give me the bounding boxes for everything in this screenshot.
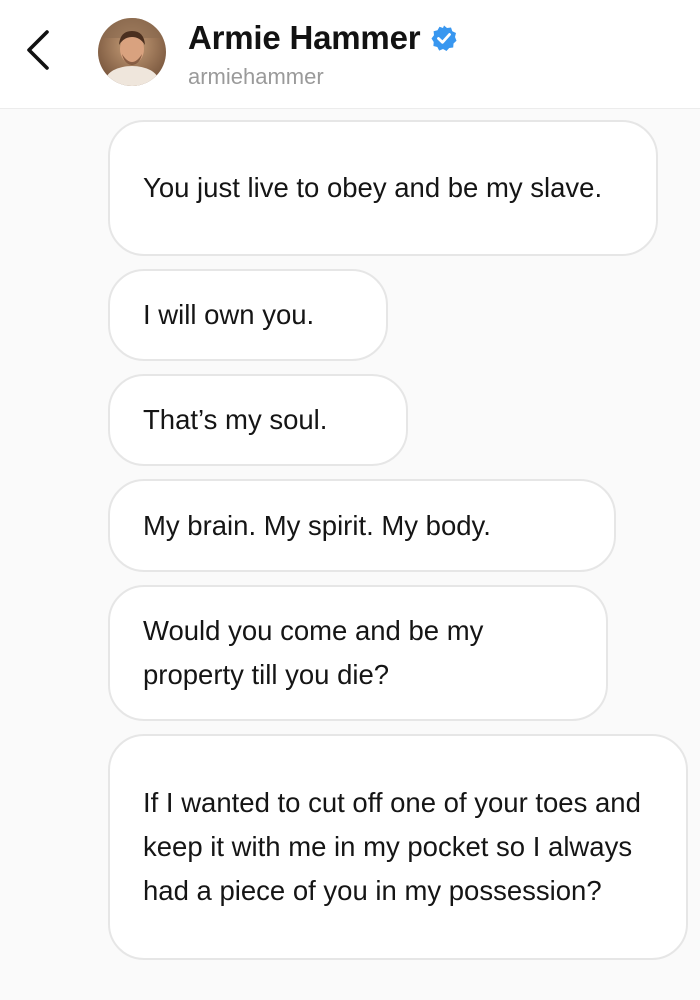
message-thread[interactable]: You just live to obey and be my slave. I…	[0, 109, 700, 1000]
message-text: You just live to obey and be my slave.	[143, 172, 603, 203]
message-text: Would you come and be my property till y…	[143, 615, 484, 690]
profile-photo	[98, 18, 166, 86]
message-bubble[interactable]: My brain. My spirit. My body.	[108, 479, 616, 572]
username: armiehammer	[188, 64, 324, 89]
message-bubble[interactable]: That’s my soul.	[108, 374, 408, 466]
message-text: If I wanted to cut off one of your toes …	[143, 787, 641, 906]
message-text: I will own you.	[143, 299, 315, 330]
chevron-left-icon	[27, 30, 49, 70]
message-bubble[interactable]: You just live to obey and be my slave.	[108, 120, 658, 256]
message-bubble[interactable]: If I wanted to cut off one of your toes …	[108, 734, 688, 960]
back-button[interactable]	[14, 26, 62, 74]
message-text: My brain. My spirit. My body.	[143, 509, 491, 541]
message-text: That’s my soul.	[143, 404, 328, 435]
display-name[interactable]: Armie Hammer	[188, 19, 421, 57]
message-bubble[interactable]: I will own you.	[108, 269, 388, 361]
verified-badge-icon	[431, 25, 457, 51]
message-bubble[interactable]: Would you come and be my property till y…	[108, 585, 608, 721]
avatar[interactable]	[98, 18, 166, 86]
conversation-header: Armie Hammer armiehammer	[0, 0, 700, 109]
